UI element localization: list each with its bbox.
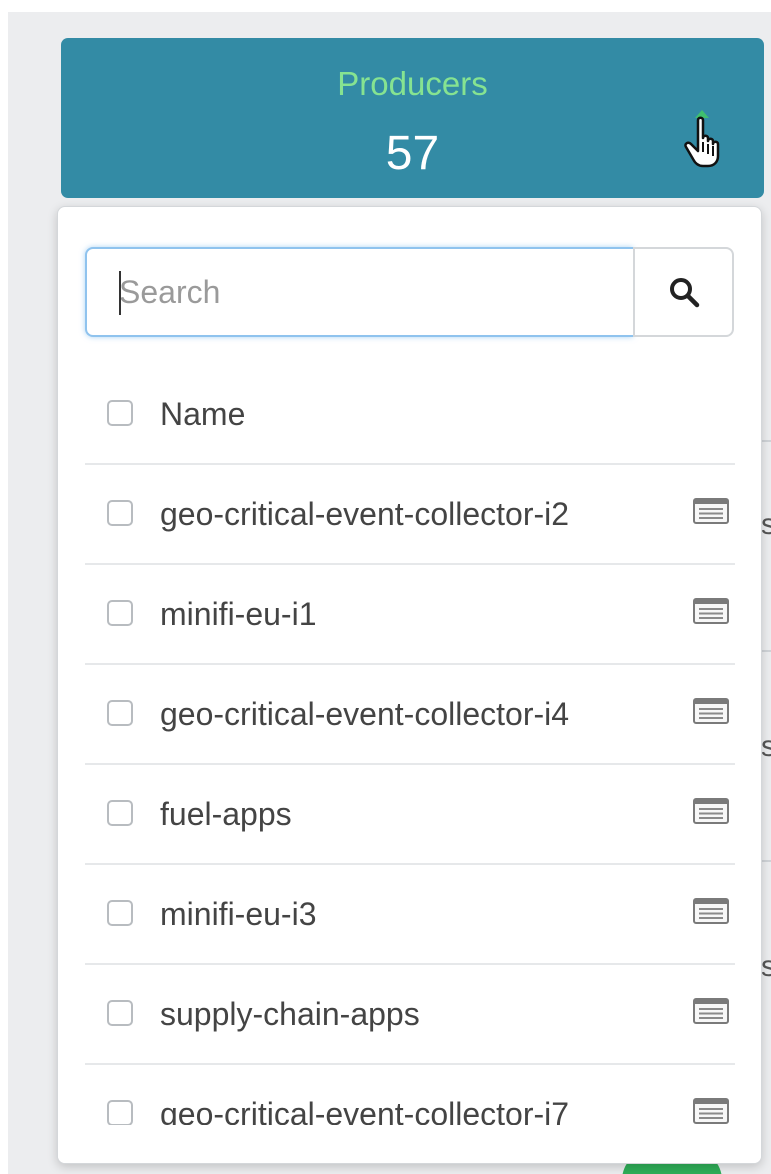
list-item[interactable]: geo-critical-event-collector-i4 <box>85 665 735 765</box>
page: s s s Producers 57 Search Name geo-criti… <box>0 0 771 1174</box>
list-header-row: Name <box>85 365 735 465</box>
search-input[interactable] <box>85 247 633 337</box>
item-label: geo-critical-event-collector-i4 <box>160 696 570 732</box>
producers-count: 57 <box>385 127 440 180</box>
item-label: fuel-apps <box>160 796 292 832</box>
left-gutter <box>0 0 8 1174</box>
background-text-fragment: s <box>761 950 771 983</box>
item-checkbox[interactable] <box>107 900 133 926</box>
search-group <box>85 247 734 337</box>
details-icon[interactable] <box>693 698 729 724</box>
details-icon[interactable] <box>693 498 729 524</box>
producers-dropdown: Name geo-critical-event-collector-i2 min… <box>57 206 762 1164</box>
details-icon[interactable] <box>693 598 729 624</box>
background-row-divider <box>762 650 771 652</box>
item-checkbox[interactable] <box>107 600 133 626</box>
hand-pointer-icon <box>684 110 720 168</box>
producers-title: Producers <box>337 65 488 102</box>
item-checkbox[interactable] <box>107 700 133 726</box>
search-icon <box>669 278 699 308</box>
details-icon[interactable] <box>693 1098 729 1124</box>
column-header-name: Name <box>160 396 246 432</box>
search-button[interactable] <box>633 247 734 337</box>
item-label: minifi-eu-i3 <box>160 896 317 932</box>
producer-list: Name geo-critical-event-collector-i2 min… <box>85 365 735 1163</box>
list-item[interactable]: supply-chain-apps <box>85 965 735 1065</box>
details-icon[interactable] <box>693 998 729 1024</box>
details-icon[interactable] <box>693 798 729 824</box>
item-label: minifi-eu-i1 <box>160 596 317 632</box>
select-all-checkbox[interactable] <box>107 400 133 426</box>
producers-summary-card[interactable]: Producers 57 <box>61 38 764 198</box>
background-row-divider <box>762 860 771 862</box>
item-label: geo-critical-event-collector-i2 <box>160 496 570 532</box>
item-checkbox[interactable] <box>107 800 133 826</box>
item-label: supply-chain-apps <box>160 996 420 1032</box>
list-item[interactable]: geo-critical-event-collector-i2 <box>85 465 735 565</box>
list-item[interactable]: minifi-eu-i1 <box>85 565 735 665</box>
item-checkbox[interactable] <box>107 1000 133 1026</box>
item-checkbox[interactable] <box>107 1100 133 1126</box>
top-strip <box>0 0 771 12</box>
details-icon[interactable] <box>693 898 729 924</box>
background-text-fragment: s <box>761 508 771 541</box>
background-text-fragment: s <box>761 730 771 763</box>
list-item[interactable]: fuel-apps <box>85 765 735 865</box>
text-caret <box>119 271 121 315</box>
list-scroll-clip <box>58 1125 761 1163</box>
list-item[interactable]: minifi-eu-i3 <box>85 865 735 965</box>
background-row-divider <box>762 440 771 442</box>
item-checkbox[interactable] <box>107 500 133 526</box>
